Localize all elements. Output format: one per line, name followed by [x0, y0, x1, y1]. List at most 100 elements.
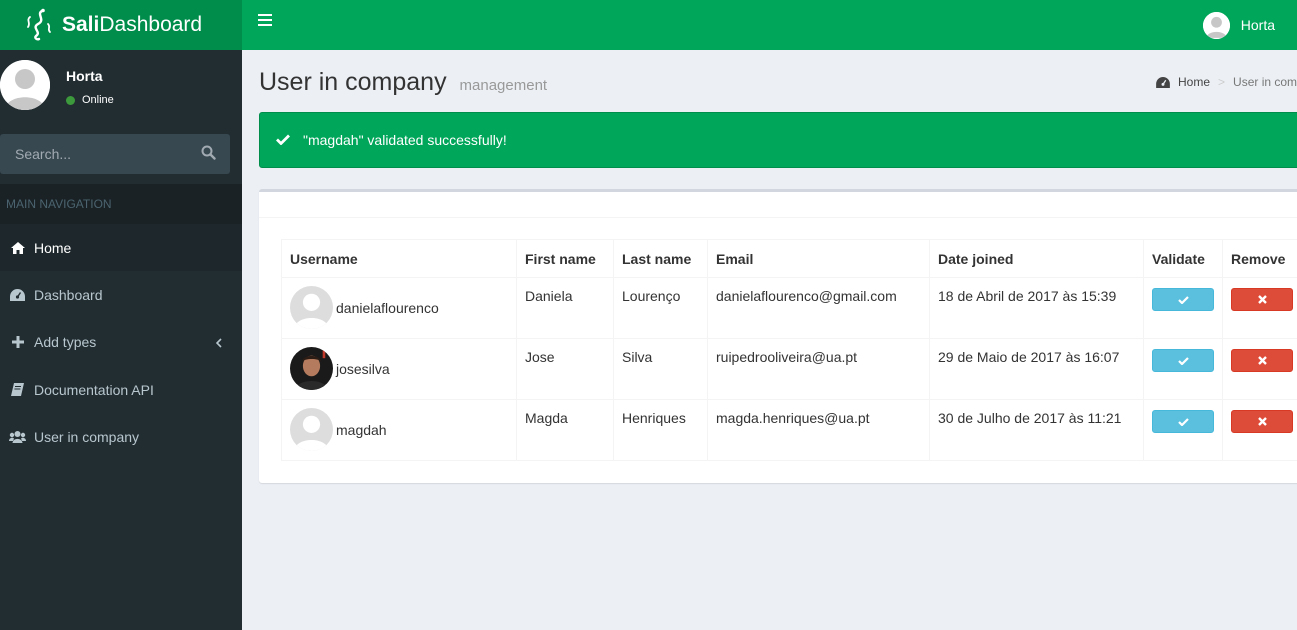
logo-text-bold: Sali [62, 13, 100, 36]
users-table: Username First name Last name Email Date… [281, 239, 1297, 461]
validate-button[interactable] [1152, 288, 1214, 311]
remove-button[interactable] [1231, 288, 1293, 311]
cell-remove [1222, 277, 1297, 339]
sidebar-item-label: User in company [34, 428, 140, 445]
breadcrumb-current: User in comp [1233, 75, 1297, 89]
validate-button[interactable] [1152, 349, 1214, 372]
search-input[interactable]: Search... [15, 146, 71, 162]
top-navbar: Horta [242, 0, 1297, 50]
sidebar-item-label: Add types [34, 334, 97, 351]
sali-logo-icon [27, 8, 51, 41]
sidebar-toggle-icon[interactable] [258, 14, 272, 28]
table-row: josesilva Jose Silva ruipedrooliveira@ua… [281, 338, 1297, 400]
sidebar-item-add-types[interactable]: Add types [0, 319, 242, 366]
cell-username: danielaflourenco [281, 277, 517, 339]
cell-first-name: Jose [516, 338, 614, 400]
cell-first-name: Daniela [516, 277, 614, 339]
cell-username: magdah [281, 399, 517, 461]
sidebar-item-label: Home [34, 239, 72, 256]
username-text: josesilva [336, 360, 390, 377]
cell-date-joined: 30 de Julho de 2017 às 11:21 [929, 399, 1144, 461]
alert-message: "magdah" validated successfully! [303, 132, 507, 148]
remove-button[interactable] [1231, 410, 1293, 433]
user-menu-name: Horta [1240, 17, 1275, 33]
user-avatar-icon [290, 408, 333, 451]
sidebar-item-label: Dashboard [34, 286, 103, 303]
sidebar-item-documentation-api[interactable]: Documentation API [0, 366, 242, 413]
breadcrumb: Home > User in comp [1156, 75, 1297, 89]
check-icon [1177, 295, 1189, 304]
sidebar-item-dashboard[interactable]: Dashboard [0, 271, 242, 318]
online-dot-icon [66, 95, 75, 105]
cell-email: ruipedrooliveira@ua.pt [707, 338, 930, 400]
col-remove: Remove [1222, 239, 1297, 278]
col-last-name: Last name [613, 239, 708, 278]
user-photo-avatar [290, 347, 333, 390]
user-avatar-icon [290, 286, 333, 329]
user-menu[interactable]: Horta [1202, 0, 1275, 50]
app-logo[interactable]: Sali Dashboard [0, 0, 242, 50]
logo-text: Dashboard [99, 13, 203, 36]
content-area: User in company management Home > User i… [242, 50, 1297, 630]
check-icon [1177, 356, 1189, 365]
table-row: danielaflourenco Daniela Lourenço daniel… [281, 277, 1297, 339]
sidebar-item-label: Documentation API [34, 381, 154, 398]
sidebar-user-name: Horta [66, 68, 103, 84]
cell-remove [1222, 338, 1297, 400]
cell-first-name: Magda [516, 399, 614, 461]
close-icon [1257, 356, 1267, 365]
cell-validate [1143, 399, 1223, 461]
cell-last-name: Henriques [613, 399, 708, 461]
cell-date-joined: 18 de Abril de 2017 às 15:39 [929, 277, 1144, 339]
page-title-text: User in company [259, 68, 447, 96]
home-icon [9, 241, 26, 254]
cell-validate [1143, 277, 1223, 339]
cell-email: magda.henriques@ua.pt [707, 399, 930, 461]
check-icon [276, 132, 290, 148]
page-subtitle: management [459, 77, 548, 94]
cell-last-name: Lourenço [613, 277, 708, 339]
users-icon [9, 430, 26, 443]
remove-button[interactable] [1231, 349, 1293, 372]
page-title: User in company management [259, 68, 547, 97]
book-icon [9, 383, 26, 397]
success-alert: "magdah" validated successfully! [259, 112, 1297, 168]
col-date-joined: Date joined [929, 239, 1144, 278]
col-validate: Validate [1143, 239, 1223, 278]
validate-button[interactable] [1152, 410, 1214, 433]
username-text: magdah [336, 421, 387, 438]
username-text: danielaflourenco [336, 299, 439, 316]
table-row: magdah Magda Henriques magda.henriques@u… [281, 399, 1297, 461]
dashboard-icon [1156, 76, 1170, 88]
breadcrumb-home-label: Home [1178, 75, 1211, 89]
breadcrumb-separator: > [1218, 75, 1226, 89]
sidebar-avatar-icon [0, 60, 50, 110]
sidebar-nav: Home Dashboard Add types Documentation A… [0, 224, 242, 460]
nav-header: MAIN NAVIGATION [0, 184, 242, 224]
close-icon [1257, 295, 1267, 304]
check-icon [1177, 417, 1189, 426]
box-header [259, 192, 1297, 218]
sidebar-item-user-in-company[interactable]: User in company [0, 413, 242, 460]
user-avatar-icon [1202, 11, 1230, 39]
sidebar-search[interactable]: Search... [0, 134, 230, 174]
sidebar-user-panel: Horta Online [0, 50, 242, 125]
cell-remove [1222, 399, 1297, 461]
cell-validate [1143, 338, 1223, 400]
col-username: Username [281, 239, 517, 278]
breadcrumb-home[interactable]: Home [1156, 75, 1210, 89]
status-text: Online [82, 94, 114, 106]
sidebar-user-status: Online [66, 94, 114, 106]
col-first-name: First name [516, 239, 614, 278]
search-icon[interactable] [201, 145, 216, 163]
cell-date-joined: 29 de Maio de 2017 às 16:07 [929, 338, 1144, 400]
chevron-left-icon [215, 335, 222, 351]
dashboard-icon [9, 288, 26, 301]
cell-username: josesilva [281, 338, 517, 400]
table-header-row: Username First name Last name Email Date… [281, 239, 1297, 278]
plus-icon [9, 336, 26, 349]
col-email: Email [707, 239, 930, 278]
sidebar-item-home[interactable]: Home [0, 224, 242, 272]
cell-email: danielaflourenco@gmail.com [707, 277, 930, 339]
users-box: Username First name Last name Email Date… [259, 189, 1297, 483]
